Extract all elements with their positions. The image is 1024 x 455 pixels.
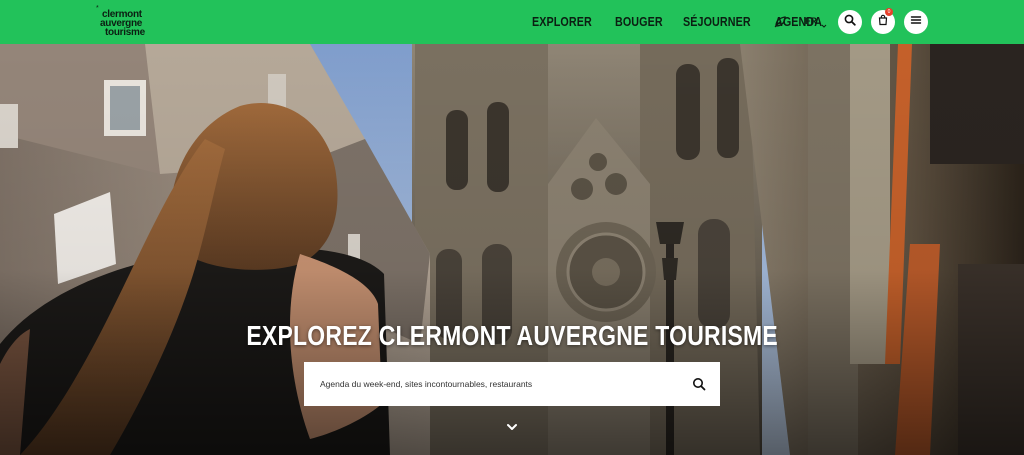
cart-badge: 0 (885, 8, 893, 16)
chevron-down-icon (820, 17, 828, 28)
nav-item-bouger[interactable]: BOUGER (615, 15, 663, 29)
language-selector[interactable]: FR (805, 16, 828, 28)
logo-line-3: tourisme (105, 27, 145, 38)
hero-section: EXPLOREZ CLERMONT AUVERGNE TOURISME (0, 44, 1024, 455)
main-nav: EXPLORER BOUGER SÉJOURNER AGENDA (532, 0, 849, 44)
hamburger-icon (910, 13, 922, 31)
hero-search-box (304, 362, 720, 406)
search-icon (844, 13, 856, 31)
brand-logo[interactable]: * clermont auvergne tourisme (96, 5, 166, 41)
menu-button[interactable] (904, 10, 928, 34)
nav-item-explorer[interactable]: EXPLORER (532, 15, 592, 29)
cart-button[interactable]: 0 (871, 8, 895, 34)
nav-item-sejourner[interactable]: SÉJOURNER (683, 15, 751, 29)
chevron-down-icon[interactable] (505, 420, 519, 434)
hero-search-input[interactable] (304, 362, 664, 406)
search-icon[interactable] (692, 377, 706, 391)
logo-star: * (96, 5, 99, 12)
leaf-icon[interactable] (773, 15, 787, 29)
site-header: * clermont auvergne tourisme EXPLORER BO… (0, 0, 1024, 44)
language-label: FR (805, 16, 817, 26)
header-search-button[interactable] (838, 10, 862, 34)
hero-title: EXPLOREZ CLERMONT AUVERGNE TOURISME (246, 320, 778, 351)
